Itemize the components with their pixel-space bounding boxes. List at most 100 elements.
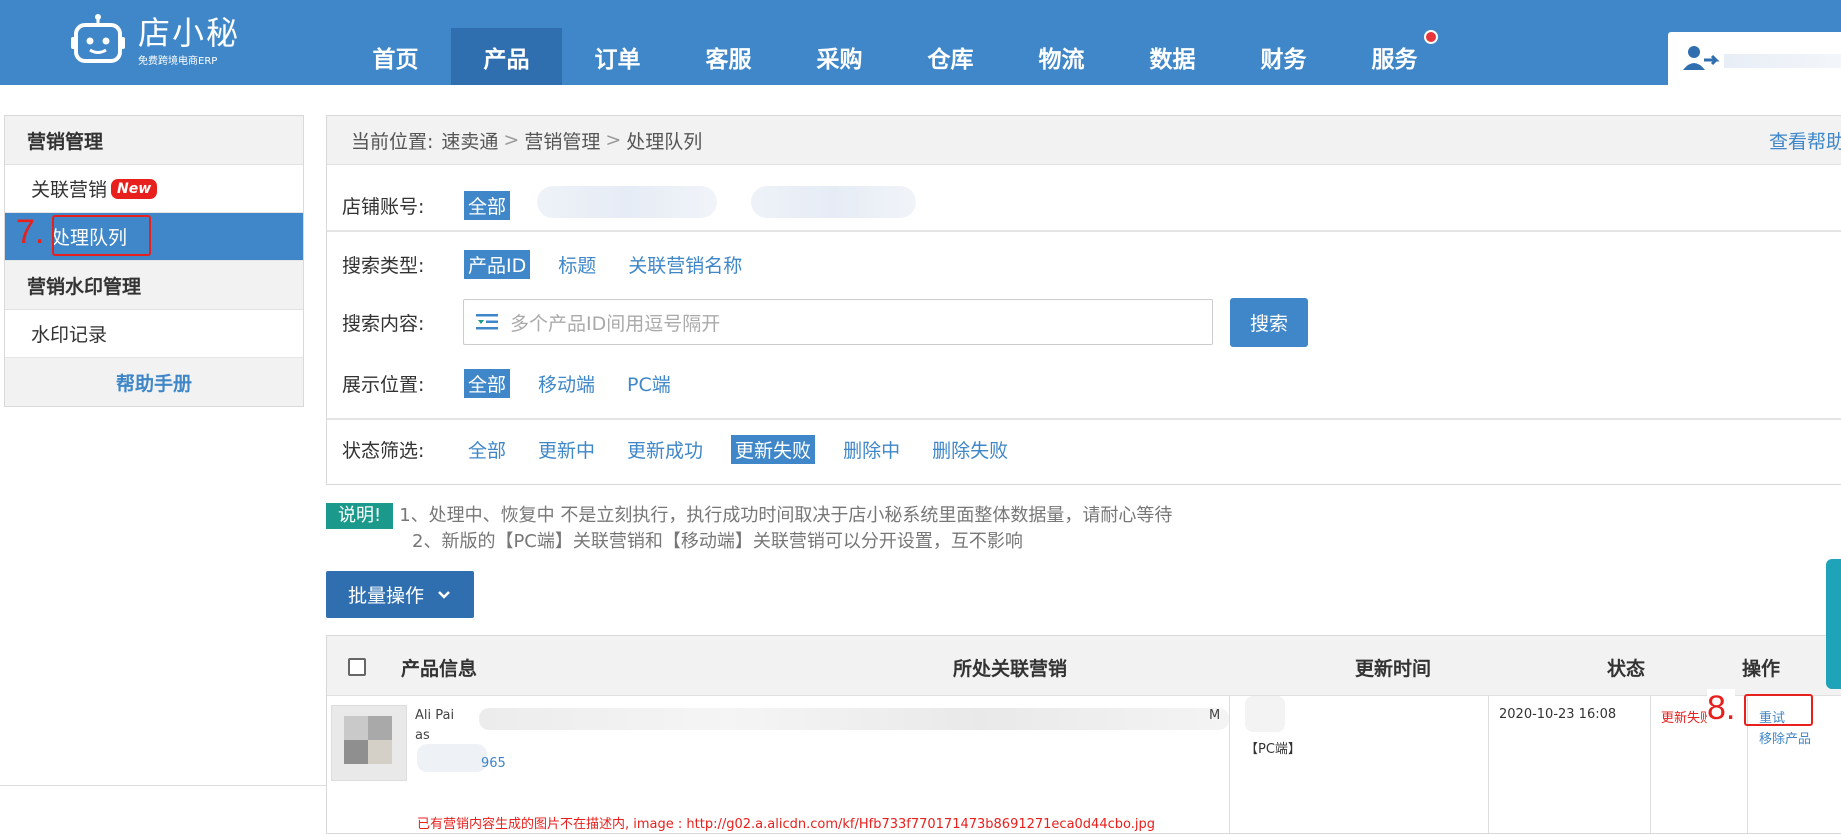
filter-label-search-type: 搜索类型: xyxy=(342,254,425,277)
new-badge: New xyxy=(111,178,158,199)
nav-services[interactable]: 服务 xyxy=(1339,28,1450,85)
nav-products[interactable]: 产品 xyxy=(451,28,562,85)
filter-panel: 当前位置: 速卖通 > 营销管理 > 处理队列 查看帮助 店铺账号: 全部 搜索… xyxy=(326,115,1841,485)
nav-customer-service[interactable]: 客服 xyxy=(673,28,784,85)
display-option-mobile[interactable]: 移动端 xyxy=(534,369,599,398)
display-option-all[interactable]: 全部 xyxy=(464,368,511,398)
breadcrumb-aliexpress[interactable]: 速卖通 xyxy=(441,127,498,154)
search-type-product-id[interactable]: 产品ID xyxy=(464,249,531,279)
top-bar: 店小秘 免费跨境电商ERP 首页 产品 订单 客服 采购 仓库 物流 数据 财务… xyxy=(0,0,1841,85)
filter-row-display: 展示位置: 全部 移动端 PC端 xyxy=(327,363,1841,403)
filter-row-status: 状态筛选: 全部 更新中 更新成功 更新失败 删除中 删除失败 xyxy=(327,429,1841,469)
filter-label-status: 状态筛选: xyxy=(342,439,425,462)
col-update-time: 更新时间 xyxy=(1355,658,1432,680)
shop-account-redacted[interactable] xyxy=(751,186,916,218)
update-time: 2020-10-23 16:08 xyxy=(1499,707,1617,722)
nav-purchasing[interactable]: 采购 xyxy=(784,28,895,85)
table-header: 产品信息 所处关联营销 更新时间 状态 操作 xyxy=(327,636,1841,696)
divider xyxy=(1229,696,1230,834)
annotation-box-7 xyxy=(52,215,151,256)
sidebar-item-related-marketing[interactable]: 关联营销 New xyxy=(5,165,303,213)
filter-row-search-type: 搜索类型: 产品ID 标题 关联营销名称 xyxy=(327,244,1841,284)
online-support-tab[interactable] xyxy=(1826,559,1841,689)
search-input[interactable]: 多个产品ID间用逗号隔开 xyxy=(463,299,1213,345)
annotation-step-7: 7. xyxy=(16,213,45,251)
search-type-title[interactable]: 标题 xyxy=(554,250,600,279)
annotation-step-8: 8. xyxy=(1707,689,1736,728)
select-all-checkbox[interactable] xyxy=(348,658,366,676)
brand-logo[interactable]: 店小秘 免费跨境电商ERP xyxy=(70,6,240,76)
product-id-link[interactable]: 965 xyxy=(481,756,506,771)
shop-account-redacted[interactable] xyxy=(537,186,717,218)
filter-label-search-content: 搜索内容: xyxy=(342,312,425,335)
marketing-channel: 【PC端】 xyxy=(1245,742,1301,757)
marketing-name-redacted xyxy=(1245,696,1285,732)
remove-product-button[interactable]: 移除产品 xyxy=(1759,728,1811,747)
help-manual-link[interactable]: 帮助手册 xyxy=(5,358,303,406)
status-option-updating[interactable]: 更新中 xyxy=(534,435,599,464)
product-title-line-2: as xyxy=(415,728,430,743)
breadcrumb-marketing[interactable]: 营销管理 xyxy=(524,127,600,154)
nav-warehouse[interactable]: 仓库 xyxy=(895,28,1006,85)
divider xyxy=(1488,696,1489,834)
col-actions: 操作 xyxy=(1742,658,1781,680)
notice: 说明! 1、处理中、恢复中 不是立刻执行，执行成功时间取决于店小秘系统里面整体数据… xyxy=(326,503,1172,555)
error-message: 已有营销内容生成的图片不在描述内, image : http://g02.a.a… xyxy=(417,817,1155,832)
divider xyxy=(0,785,326,786)
notice-line-1: 1、处理中、恢复中 不是立刻执行，执行成功时间取决于店小秘系统里面整体数据量，请… xyxy=(399,505,1173,526)
divider xyxy=(1650,696,1651,834)
breadcrumb-prefix: 当前位置: xyxy=(351,130,434,153)
filter-label-shop: 店铺账号: xyxy=(342,195,425,218)
sidebar-item-watermark-records[interactable]: 水印记录 xyxy=(5,310,303,358)
sidebar-item-label: 关联营销 xyxy=(31,179,108,201)
col-status: 状态 xyxy=(1607,658,1646,680)
sidebar-item-process-queue[interactable]: 处理队列 xyxy=(5,213,303,261)
username-redacted xyxy=(1724,54,1841,68)
nav-home[interactable]: 首页 xyxy=(340,28,451,85)
col-product-info: 产品信息 xyxy=(401,658,478,680)
brand-tagline: 免费跨境电商ERP xyxy=(138,55,218,67)
list-filter-icon xyxy=(476,314,498,330)
nav-services-label: 服务 xyxy=(1371,46,1418,73)
queue-table: 产品信息 所处关联营销 更新时间 状态 操作 Ali Pai M as 965 … xyxy=(326,635,1841,834)
product-title[interactable]: Ali Pai xyxy=(415,708,454,723)
batch-actions-label: 批量操作 xyxy=(347,585,424,607)
status-option-update-failed[interactable]: 更新失败 xyxy=(731,434,816,464)
divider xyxy=(327,230,1841,232)
status-option-update-success[interactable]: 更新成功 xyxy=(623,435,707,464)
user-icon xyxy=(1682,44,1720,76)
breadcrumb-current: 处理队列 xyxy=(626,130,703,153)
batch-actions-button[interactable]: 批量操作 xyxy=(326,571,474,618)
sidebar-group-marketing: 营销管理 xyxy=(5,116,303,165)
search-type-marketing-name[interactable]: 关联营销名称 xyxy=(624,250,746,279)
sidebar-group-watermark: 营销水印管理 xyxy=(5,261,303,310)
breadcrumb-separator: > xyxy=(503,129,520,151)
chevron-down-icon xyxy=(438,590,450,599)
search-button[interactable]: 搜索 xyxy=(1230,298,1308,347)
user-menu[interactable] xyxy=(1668,32,1841,85)
nav-data[interactable]: 数据 xyxy=(1117,28,1228,85)
status-option-deleting[interactable]: 删除中 xyxy=(839,435,904,464)
product-id-redacted xyxy=(417,744,487,772)
display-option-pc[interactable]: PC端 xyxy=(623,369,675,398)
main-nav: 首页 产品 订单 客服 采购 仓库 物流 数据 财务 服务 xyxy=(340,28,1450,85)
robot-logo-icon xyxy=(70,13,126,69)
shop-option-all[interactable]: 全部 xyxy=(464,190,511,220)
annotation-box-8 xyxy=(1744,694,1813,726)
status-text: 更新失败 xyxy=(1661,711,1713,726)
status-option-delete-failed[interactable]: 删除失败 xyxy=(928,435,1012,464)
product-title-redacted xyxy=(479,708,1229,730)
filter-label-display: 展示位置: xyxy=(342,373,425,396)
nav-orders[interactable]: 订单 xyxy=(562,28,673,85)
col-related-marketing: 所处关联营销 xyxy=(953,658,1068,680)
product-title-end: M xyxy=(1209,708,1221,723)
nav-finance[interactable]: 财务 xyxy=(1228,28,1339,85)
view-help-link[interactable]: 查看帮助 xyxy=(1769,127,1841,154)
product-thumbnail[interactable] xyxy=(331,705,407,781)
sidebar-item-label: 水印记录 xyxy=(31,324,108,346)
notification-dot xyxy=(1424,30,1438,44)
breadcrumb-separator: > xyxy=(605,129,622,151)
sidebar: 营销管理 关联营销 New 处理队列 营销水印管理 水印记录 帮助手册 xyxy=(4,115,304,407)
status-option-all[interactable]: 全部 xyxy=(464,435,510,464)
nav-logistics[interactable]: 物流 xyxy=(1006,28,1117,85)
